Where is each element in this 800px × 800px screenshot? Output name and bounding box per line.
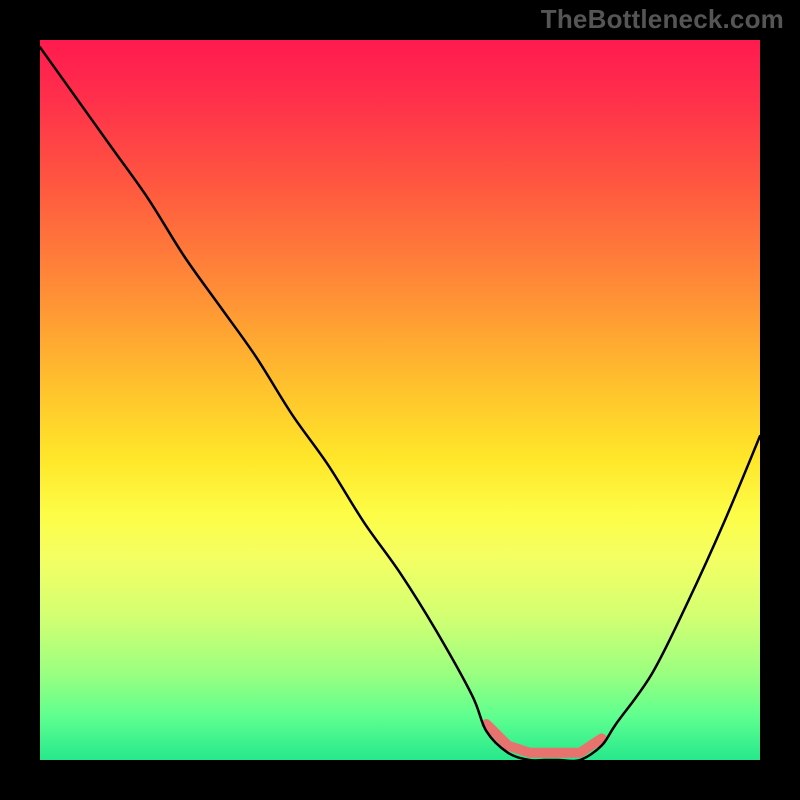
bottleneck-curve (40, 47, 760, 760)
chart-container: TheBottleneck.com (0, 0, 800, 800)
watermark-text: TheBottleneck.com (541, 4, 784, 35)
plot-area (40, 40, 760, 760)
chart-svg (40, 40, 760, 760)
